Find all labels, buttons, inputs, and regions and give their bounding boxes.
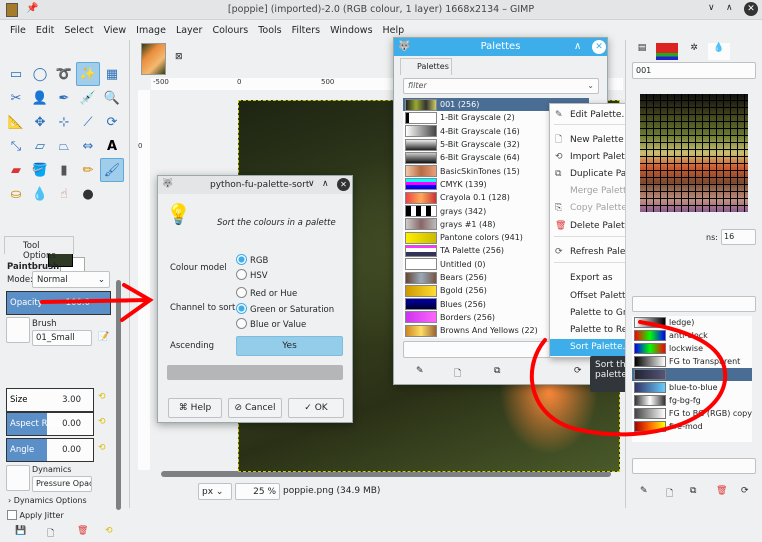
annotation-circle xyxy=(529,320,728,437)
red-annotations xyxy=(40,283,728,437)
apply-jitter-checkbox[interactable]: Apply Jitter xyxy=(7,510,64,520)
restore-options-icon[interactable]: 🗋 xyxy=(47,526,54,542)
apply-jitter-label: Apply Jitter xyxy=(19,511,64,520)
reset-options-icon[interactable]: ⟲ xyxy=(105,526,113,536)
annotation-arrow xyxy=(40,283,154,322)
save-options-icon[interactable]: 💾 xyxy=(15,526,26,536)
delete-options-icon[interactable]: 🗑 xyxy=(77,526,88,536)
